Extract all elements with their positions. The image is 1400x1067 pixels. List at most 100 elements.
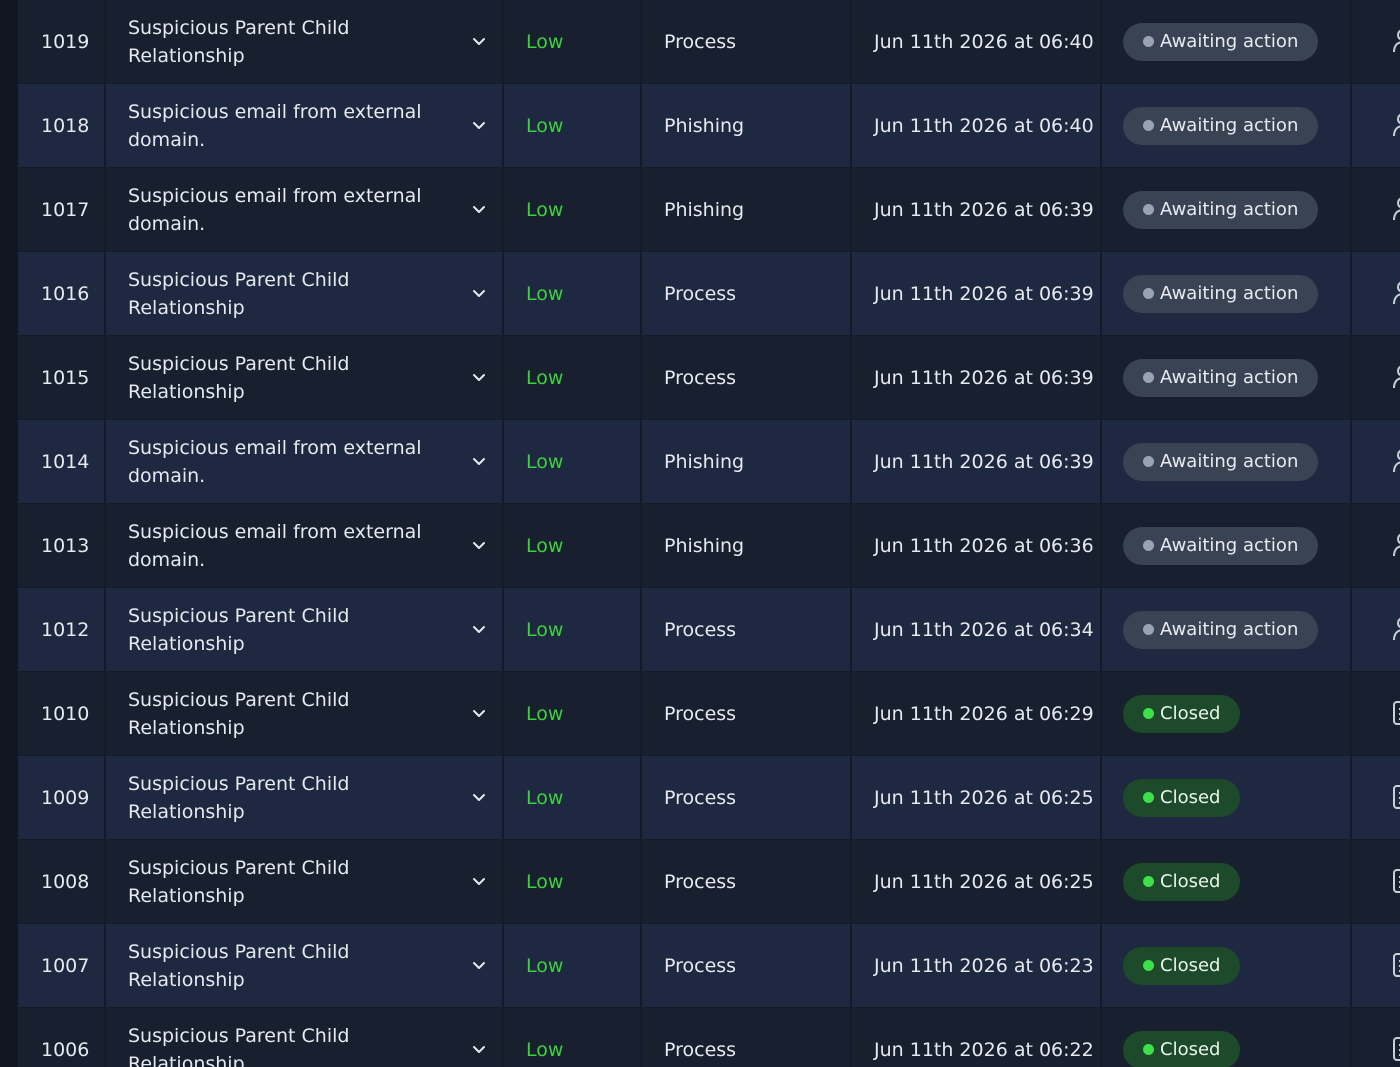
- status-dot: [1143, 120, 1154, 131]
- report-icon[interactable]: [1392, 1036, 1400, 1062]
- action-cell[interactable]: [1352, 252, 1400, 335]
- date-cell: Jun 11th 2026 at 06:34: [852, 588, 1102, 671]
- status-label: Awaiting action: [1160, 618, 1299, 640]
- severity-cell: Low: [504, 756, 642, 839]
- alert-title-cell[interactable]: Suspicious Parent Child Relationship: [106, 336, 504, 419]
- table-row[interactable]: 1012 Suspicious Parent Child Relationshi…: [18, 588, 1400, 672]
- table-row[interactable]: 1014 Suspicious email from external doma…: [18, 420, 1400, 504]
- user-icon[interactable]: [1392, 112, 1400, 138]
- table-row[interactable]: 1019 Suspicious Parent Child Relationshi…: [18, 0, 1400, 84]
- report-icon[interactable]: [1392, 952, 1400, 978]
- table-row[interactable]: 1018 Suspicious email from external doma…: [18, 84, 1400, 168]
- chevron-down-icon[interactable]: [472, 203, 486, 217]
- alert-id: 1015: [41, 366, 90, 389]
- severity-cell: Low: [504, 672, 642, 755]
- chevron-down-icon[interactable]: [472, 791, 486, 805]
- chevron-down-icon[interactable]: [472, 119, 486, 133]
- user-icon[interactable]: [1392, 196, 1400, 222]
- status-dot: [1143, 372, 1154, 383]
- action-cell[interactable]: [1352, 756, 1400, 839]
- action-cell[interactable]: [1352, 84, 1400, 167]
- alert-title-cell[interactable]: Suspicious Parent Child Relationship: [106, 840, 504, 923]
- chevron-down-icon[interactable]: [472, 875, 486, 889]
- status-label: Closed: [1160, 786, 1221, 808]
- severity-label: Low: [526, 786, 564, 809]
- date-cell: Jun 11th 2026 at 06:40: [852, 84, 1102, 167]
- category-label: Process: [664, 366, 737, 389]
- date-cell: Jun 11th 2026 at 06:39: [852, 420, 1102, 503]
- alert-title-cell[interactable]: Suspicious Parent Child Relationship: [106, 924, 504, 1007]
- date-cell: Jun 11th 2026 at 06:22: [852, 1008, 1102, 1067]
- user-icon[interactable]: [1392, 448, 1400, 474]
- table-row[interactable]: 1016 Suspicious Parent Child Relationshi…: [18, 252, 1400, 336]
- alert-date: Jun 11th 2026 at 06:39: [874, 198, 1094, 221]
- action-cell[interactable]: [1352, 420, 1400, 503]
- alert-date: Jun 11th 2026 at 06:25: [874, 870, 1094, 893]
- action-cell[interactable]: [1352, 588, 1400, 671]
- action-cell[interactable]: [1352, 336, 1400, 419]
- user-icon[interactable]: [1392, 280, 1400, 306]
- alert-title-cell[interactable]: Suspicious Parent Child Relationship: [106, 252, 504, 335]
- table-row[interactable]: 1009 Suspicious Parent Child Relationshi…: [18, 756, 1400, 840]
- action-cell[interactable]: [1352, 924, 1400, 1007]
- action-cell[interactable]: [1352, 1008, 1400, 1067]
- severity-cell: Low: [504, 168, 642, 251]
- alert-title-cell[interactable]: Suspicious email from external domain.: [106, 420, 504, 503]
- alert-title-cell[interactable]: Suspicious Parent Child Relationship: [106, 756, 504, 839]
- chevron-down-icon[interactable]: [472, 707, 486, 721]
- chevron-down-icon[interactable]: [472, 287, 486, 301]
- category-label: Process: [664, 954, 737, 977]
- alert-id-cell: 1006: [18, 1008, 106, 1067]
- alert-id-cell: 1019: [18, 0, 106, 83]
- report-icon[interactable]: [1392, 700, 1400, 726]
- table-row[interactable]: 1006 Suspicious Parent Child Relationshi…: [18, 1008, 1400, 1067]
- alert-date: Jun 11th 2026 at 06:39: [874, 282, 1094, 305]
- table-row[interactable]: 1010 Suspicious Parent Child Relationshi…: [18, 672, 1400, 756]
- action-cell[interactable]: [1352, 840, 1400, 923]
- alert-title: Suspicious Parent Child Relationship: [128, 1024, 350, 1067]
- alert-title-cell[interactable]: Suspicious email from external domain.: [106, 504, 504, 587]
- chevron-down-icon[interactable]: [472, 35, 486, 49]
- status-dot: [1143, 624, 1154, 635]
- action-cell[interactable]: [1352, 168, 1400, 251]
- report-icon[interactable]: [1392, 868, 1400, 894]
- status-cell: Closed: [1102, 756, 1352, 839]
- status-label: Awaiting action: [1160, 114, 1299, 136]
- table-row[interactable]: 1015 Suspicious Parent Child Relationshi…: [18, 336, 1400, 420]
- chevron-down-icon[interactable]: [472, 959, 486, 973]
- chevron-down-icon[interactable]: [472, 371, 486, 385]
- action-cell[interactable]: [1352, 0, 1400, 83]
- chevron-down-icon[interactable]: [472, 623, 486, 637]
- table-row[interactable]: 1007 Suspicious Parent Child Relationshi…: [18, 924, 1400, 1008]
- alert-title-cell[interactable]: Suspicious email from external domain.: [106, 84, 504, 167]
- table-row[interactable]: 1008 Suspicious Parent Child Relationshi…: [18, 840, 1400, 924]
- action-cell[interactable]: [1352, 504, 1400, 587]
- status-cell: Closed: [1102, 840, 1352, 923]
- chevron-down-icon[interactable]: [472, 455, 486, 469]
- category-cell: Process: [642, 252, 852, 335]
- user-icon[interactable]: [1392, 532, 1400, 558]
- status-dot: [1143, 792, 1154, 803]
- status-label: Awaiting action: [1160, 30, 1299, 52]
- user-icon[interactable]: [1392, 616, 1400, 642]
- alert-title: Suspicious Parent Child Relationship: [128, 16, 350, 67]
- report-icon[interactable]: [1392, 784, 1400, 810]
- alert-title-cell[interactable]: Suspicious Parent Child Relationship: [106, 672, 504, 755]
- status-label: Awaiting action: [1160, 282, 1299, 304]
- table-row[interactable]: 1013 Suspicious email from external doma…: [18, 504, 1400, 588]
- table-row[interactable]: 1017 Suspicious email from external doma…: [18, 168, 1400, 252]
- alert-title-cell[interactable]: Suspicious Parent Child Relationship: [106, 0, 504, 83]
- status-badge: Closed: [1123, 1030, 1241, 1067]
- chevron-down-icon[interactable]: [472, 1043, 486, 1057]
- severity-cell: Low: [504, 0, 642, 83]
- user-icon[interactable]: [1392, 364, 1400, 390]
- action-cell[interactable]: [1352, 672, 1400, 755]
- status-dot: [1143, 288, 1154, 299]
- user-icon[interactable]: [1392, 28, 1400, 54]
- alert-date: Jun 11th 2026 at 06:29: [874, 702, 1094, 725]
- alert-title-cell[interactable]: Suspicious Parent Child Relationship: [106, 1008, 504, 1067]
- alert-title-cell[interactable]: Suspicious Parent Child Relationship: [106, 588, 504, 671]
- chevron-down-icon[interactable]: [472, 539, 486, 553]
- status-badge: Awaiting action: [1123, 358, 1319, 397]
- alert-title-cell[interactable]: Suspicious email from external domain.: [106, 168, 504, 251]
